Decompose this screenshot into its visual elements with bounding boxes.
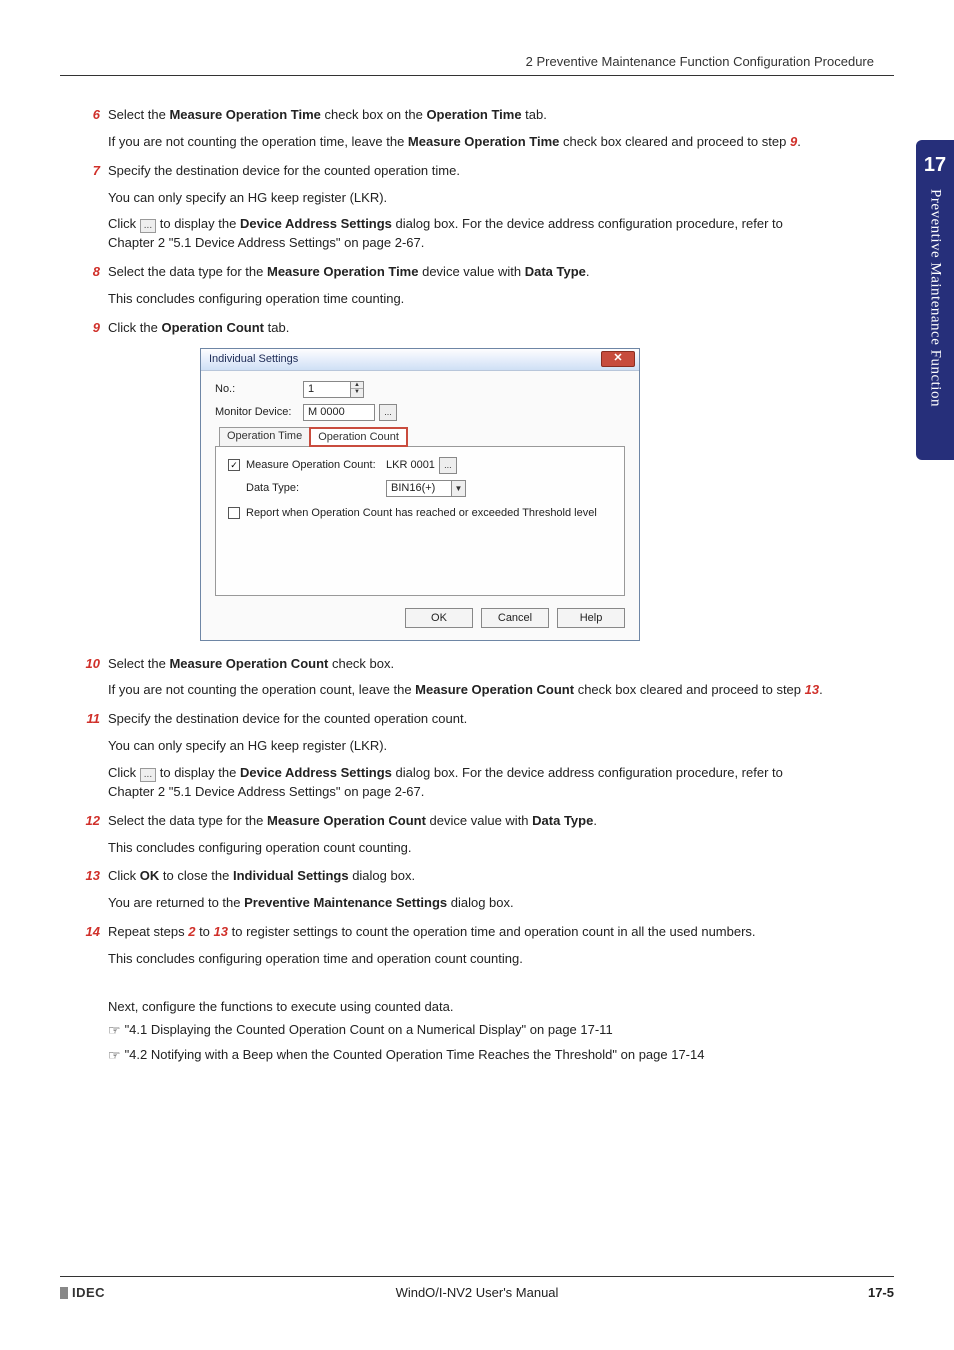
operation-count-device-field[interactable]: LKR 0001 — [386, 459, 435, 471]
step-text: This concludes configuring operation tim… — [108, 950, 824, 969]
step-number: 10 — [80, 655, 108, 701]
report-threshold-checkbox[interactable] — [228, 507, 240, 519]
monitor-device-field[interactable]: M 0000 — [303, 404, 375, 421]
data-type-label: Data Type: — [246, 482, 386, 494]
monitor-device-label: Monitor Device: — [215, 406, 303, 418]
chapter-title: Preventive Maintenance Function — [927, 189, 944, 407]
step-number: 13 — [80, 867, 108, 913]
cancel-button[interactable]: Cancel — [481, 608, 549, 628]
step-text: Select the data type for the Measure Ope… — [108, 263, 824, 282]
step-number: 8 — [80, 263, 108, 309]
brand-mark-icon — [60, 1287, 68, 1299]
next-intro: Next, configure the functions to execute… — [108, 997, 824, 1017]
step-number: 11 — [80, 710, 108, 801]
step-text: Click the Operation Count tab. — [108, 319, 824, 338]
operation-count-browse-button[interactable]: ... — [439, 457, 457, 474]
step-number: 14 — [80, 923, 108, 969]
page-footer: IDEC WindO/I-NV2 User's Manual 17-5 — [60, 1276, 894, 1300]
step-crossref[interactable]: 13 — [805, 682, 819, 697]
measure-operation-count-checkbox[interactable] — [228, 459, 240, 471]
step-number: 12 — [80, 812, 108, 858]
no-label: No.: — [215, 383, 303, 395]
page-header: 2 Preventive Maintenance Function Config… — [60, 54, 894, 76]
step-text: Repeat steps 2 to 13 to register setting… — [108, 923, 824, 942]
no-field[interactable]: 1 — [303, 381, 351, 398]
step-text: Click ... to display the Device Address … — [108, 764, 824, 802]
chapter-side-tab: 17 Preventive Maintenance Function — [916, 140, 954, 460]
step-text: Click ... to display the Device Address … — [108, 215, 824, 253]
close-button[interactable]: ✕ — [601, 351, 635, 367]
header-section-title: 2 Preventive Maintenance Function Config… — [526, 54, 874, 69]
step-text: Specify the destination device for the c… — [108, 162, 824, 181]
step-text: Select the Measure Operation Count check… — [108, 655, 824, 674]
step-number: 6 — [80, 106, 108, 152]
manual-title: WindO/I-NV2 User's Manual — [396, 1285, 559, 1300]
tab-operation-count[interactable]: Operation Count — [309, 427, 408, 447]
step-text: Select the Measure Operation Time check … — [108, 106, 824, 125]
step-text: You can only specify an HG keep register… — [108, 189, 824, 208]
hand-pointer-icon: ☞ — [108, 1045, 121, 1066]
crossref-line: ☞"4.1 Displaying the Counted Operation C… — [108, 1020, 824, 1041]
tab-panel-operation-count: Measure Operation Count: LKR 0001 ... Da… — [215, 446, 625, 596]
step-text: This concludes configuring operation tim… — [108, 290, 824, 309]
page-number: 17-5 — [558, 1285, 894, 1300]
ellipsis-icon: ... — [140, 768, 156, 782]
measure-operation-count-label: Measure Operation Count: — [246, 459, 386, 471]
data-type-select[interactable]: BIN16(+) ▼ — [386, 480, 466, 497]
step-number: 7 — [80, 162, 108, 253]
step-text: If you are not counting the operation co… — [108, 681, 824, 700]
step-text: Select the data type for the Measure Ope… — [108, 812, 824, 831]
step-text: If you are not counting the operation ti… — [108, 133, 824, 152]
chapter-number: 17 — [924, 148, 946, 189]
step-crossref[interactable]: 13 — [214, 924, 228, 939]
individual-settings-dialog: Individual Settings ✕ No.: 1 ▲▼ Monitor … — [200, 348, 640, 641]
step-text: You are returned to the Preventive Maint… — [108, 894, 824, 913]
step-number: 9 — [80, 319, 108, 338]
chevron-down-icon: ▼ — [451, 481, 465, 496]
tab-operation-time[interactable]: Operation Time — [219, 427, 310, 447]
step-text: Specify the destination device for the c… — [108, 710, 824, 729]
monitor-device-browse-button[interactable]: ... — [379, 404, 397, 421]
ellipsis-icon: ... — [140, 219, 156, 233]
hand-pointer-icon: ☞ — [108, 1020, 121, 1041]
report-threshold-label: Report when Operation Count has reached … — [246, 507, 597, 519]
brand-logo: IDEC — [60, 1285, 396, 1300]
crossref-line: ☞"4.2 Notifying with a Beep when the Cou… — [108, 1045, 824, 1066]
step-text: This concludes configuring operation cou… — [108, 839, 824, 858]
step-text: You can only specify an HG keep register… — [108, 737, 824, 756]
dialog-title: Individual Settings — [209, 353, 298, 365]
no-spinner[interactable]: ▲▼ — [350, 381, 364, 398]
ok-button[interactable]: OK — [405, 608, 473, 628]
help-button[interactable]: Help — [557, 608, 625, 628]
step-text: Click OK to close the Individual Setting… — [108, 867, 824, 886]
